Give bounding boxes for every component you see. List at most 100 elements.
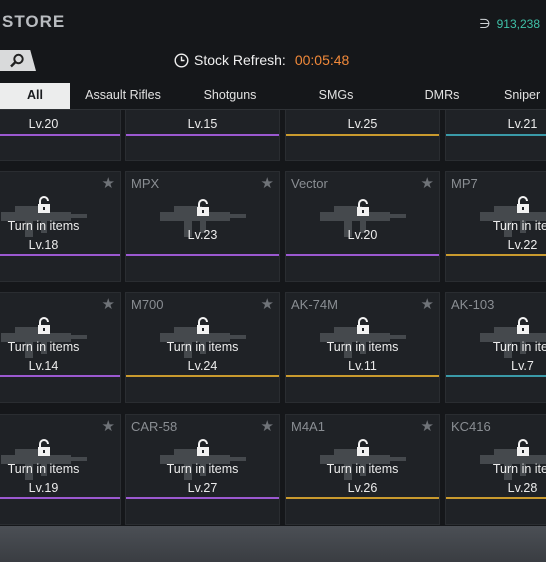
item-level: Lv.20 xyxy=(28,117,59,131)
item-card[interactable]: M4A1 ★ Turn in items Lv.26 xyxy=(285,414,440,525)
lock-icon xyxy=(38,439,50,456)
item-level: Lv.19 xyxy=(28,481,59,495)
item-card[interactable]: MP7★Turn in iterLv.22 xyxy=(445,171,546,282)
lock-icon xyxy=(517,439,529,456)
turn-in-items-label: Turn in items xyxy=(166,340,239,354)
weapon-image xyxy=(480,327,546,358)
item-name: Vector xyxy=(291,176,328,191)
rarity-bar xyxy=(286,254,439,256)
item-card[interactable]: MPX ★ Lv.23 xyxy=(125,171,280,282)
item-card[interactable]: Lv.20 xyxy=(0,110,121,161)
item-card[interactable]: Vector ★ Lv.20 xyxy=(285,171,440,282)
item-level: Lv.11 xyxy=(348,359,377,373)
item-card[interactable]: Lv.21 xyxy=(445,110,546,161)
rarity-bar xyxy=(446,497,546,499)
stock-refresh-timer: 00:05:48 xyxy=(294,52,350,68)
favorite-star-icon[interactable]: ★ xyxy=(261,174,274,192)
turn-in-items-label: Turn in items xyxy=(326,462,399,476)
turn-in-items-label: Turn in iter xyxy=(492,462,546,476)
currency-icon: ∋ xyxy=(479,16,491,31)
turn-in-items-label: Turn in items xyxy=(326,340,399,354)
item-level: Lv.24 xyxy=(187,359,218,373)
item-level: Lv.15 xyxy=(187,117,218,131)
rarity-bar xyxy=(126,254,279,256)
rarity-bar xyxy=(446,375,546,377)
currency-amount: 913,238 xyxy=(496,17,540,31)
lock-icon xyxy=(357,317,369,334)
lock-icon xyxy=(38,196,50,213)
tab-smgs[interactable]: SMGs xyxy=(296,83,376,109)
page-title: STORE xyxy=(2,12,66,31)
lock-icon xyxy=(357,199,369,216)
item-level: Lv.14 xyxy=(28,359,59,373)
item-name: MPX xyxy=(131,176,160,191)
favorite-star-icon[interactable]: ★ xyxy=(421,417,434,435)
item-card[interactable]: ★ Turn in items Lv.18 xyxy=(0,171,121,282)
rarity-bar xyxy=(286,375,439,377)
item-name: KC416 xyxy=(451,419,491,434)
item-card[interactable]: AK-74M ★ Turn in items Lv.11 xyxy=(285,292,440,403)
favorite-star-icon[interactable]: ★ xyxy=(421,295,434,313)
lock-icon xyxy=(357,439,369,456)
lock-icon xyxy=(197,199,209,216)
rarity-bar xyxy=(126,134,279,136)
item-grid: Lv.20 Lv.15 Lv.25 Lv.21 ★ Turn in items Lv.18 M… xyxy=(0,110,546,526)
item-card[interactable]: Lv.15 xyxy=(125,110,280,161)
rarity-bar xyxy=(126,497,279,499)
lock-icon xyxy=(197,317,209,334)
item-level: Lv.21 xyxy=(507,117,538,131)
rarity-bar xyxy=(126,375,279,377)
tab-sniper[interactable]: Sniper xyxy=(504,83,546,109)
item-card[interactable]: Lv.25 xyxy=(285,110,440,161)
item-name: M4A1 xyxy=(291,419,325,434)
currency-display: ∋ 913,238 xyxy=(479,16,540,32)
rarity-bar xyxy=(446,254,546,256)
rarity-bar xyxy=(0,375,120,377)
stock-refresh-label: Stock Refresh: xyxy=(194,52,286,68)
favorite-star-icon[interactable]: ★ xyxy=(261,417,274,435)
item-card[interactable]: M700 ★ Turn in items Lv.24 xyxy=(125,292,280,403)
item-name: MP7 xyxy=(451,176,478,191)
tab-assault-rifles[interactable]: Assault Rifles xyxy=(74,83,172,109)
rarity-bar xyxy=(286,497,439,499)
item-card[interactable]: CAR-58 ★ Turn in items Lv.27 xyxy=(125,414,280,525)
item-name: AK-103 xyxy=(451,297,495,312)
turn-in-items-label: Turn in items xyxy=(7,462,80,476)
favorite-star-icon[interactable]: ★ xyxy=(102,295,115,313)
item-name: M700 xyxy=(131,297,164,312)
tab-shotguns[interactable]: Shotguns xyxy=(184,83,276,109)
item-level: Lv.22 xyxy=(507,238,538,252)
search-button[interactable] xyxy=(0,50,36,71)
rarity-bar xyxy=(0,254,120,256)
lock-icon xyxy=(517,196,529,213)
search-icon xyxy=(10,53,24,68)
turn-in-items-label: Turn in items xyxy=(7,340,80,354)
floor-background xyxy=(0,526,546,562)
item-card[interactable]: 10★Turn in itemsLv.14 xyxy=(0,292,121,403)
tab-dmrs[interactable]: DMRs xyxy=(404,83,480,109)
rarity-bar xyxy=(446,134,546,136)
item-card[interactable]: KC416★Turn in iterLv.28 xyxy=(445,414,546,525)
favorite-star-icon[interactable]: ★ xyxy=(261,295,274,313)
item-card[interactable]: 6★Turn in itemsLv.19 xyxy=(0,414,121,525)
turn-in-items-label: Turn in items xyxy=(7,219,80,233)
item-level: Lv.28 xyxy=(507,481,538,495)
item-name: CAR-58 xyxy=(131,419,178,434)
favorite-star-icon[interactable]: ★ xyxy=(102,174,115,192)
turn-in-items-label: Turn in iter xyxy=(492,340,546,354)
item-card[interactable]: AK-103★Turn in iterLv.7 xyxy=(445,292,546,403)
clock-icon xyxy=(174,52,189,68)
item-level: Lv.23 xyxy=(187,228,218,242)
item-level: Lv.20 xyxy=(347,228,378,242)
rarity-bar xyxy=(0,497,120,499)
weapon-image xyxy=(480,206,546,237)
stock-refresh: Stock Refresh: 00:05:48 xyxy=(174,52,349,68)
store-header: STORE ∋ 913,238 xyxy=(0,0,546,44)
turn-in-items-label: Turn in items xyxy=(166,462,239,476)
turn-in-items-label: Turn in iter xyxy=(492,219,546,233)
lock-icon xyxy=(38,317,50,334)
tab-all[interactable]: All xyxy=(0,83,70,109)
favorite-star-icon[interactable]: ★ xyxy=(102,417,115,435)
item-name: AK-74M xyxy=(291,297,338,312)
favorite-star-icon[interactable]: ★ xyxy=(421,174,434,192)
